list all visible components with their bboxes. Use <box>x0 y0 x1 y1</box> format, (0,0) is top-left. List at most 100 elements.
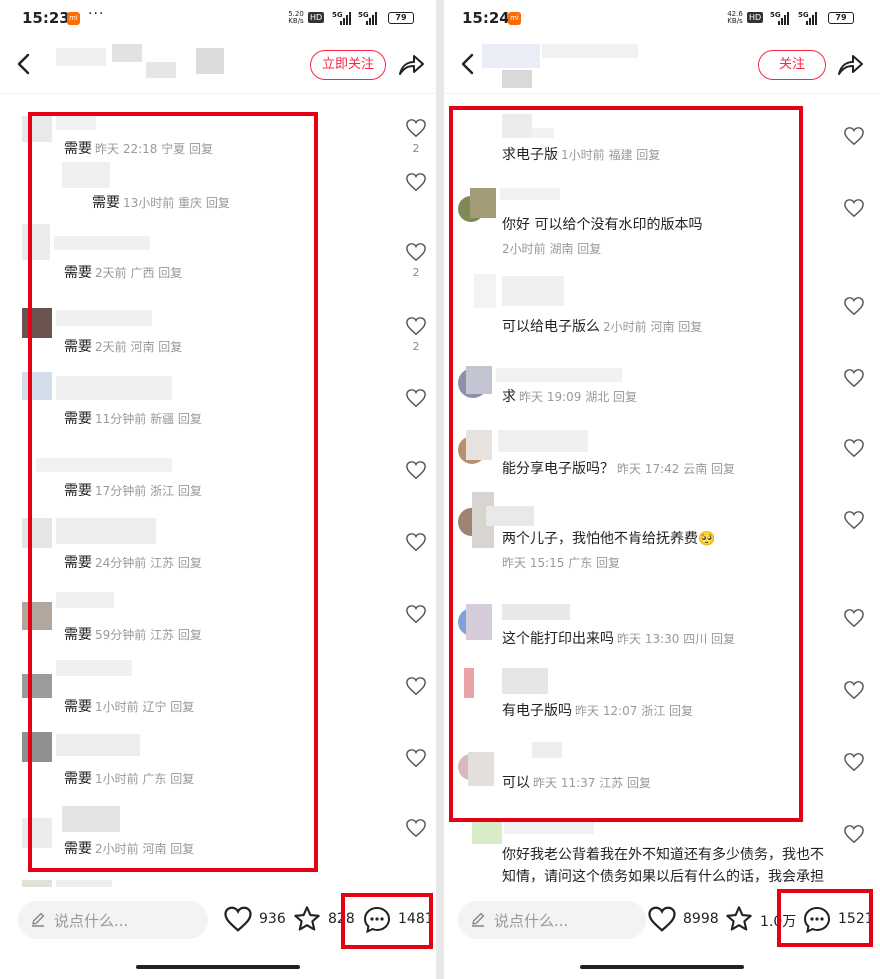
comment-item <box>0 876 436 887</box>
comment-list: 需要 昨天 22:18 宁夏 回复 2 需要 13小时前 重庆 回复 需要 2天前 广… <box>0 96 436 887</box>
signal-icon: 5G <box>798 11 817 25</box>
home-indicator <box>580 965 744 969</box>
comment-item: 需要 2小时前 河南 回复 <box>0 804 436 874</box>
comment-text: 求电子版 1小时前 福建 回复 <box>502 147 661 163</box>
heart-icon[interactable] <box>843 198 865 218</box>
heart-icon[interactable] <box>843 680 865 700</box>
comment-item: 能分享电子版吗？ 昨天 17:42 云南 回复 <box>444 426 880 486</box>
heart-icon[interactable] <box>405 676 427 696</box>
comment-text: 有电子版吗 昨天 12:07 浙江 回复 <box>502 703 694 719</box>
collect-button[interactable]: 828 <box>292 905 358 935</box>
heart-icon[interactable] <box>843 438 865 458</box>
comment-item: 需要 17分钟前 浙江 回复 <box>0 444 436 514</box>
comment-item: 需要 11分钟前 新疆 回复 <box>0 372 436 442</box>
pencil-icon <box>472 912 485 927</box>
heart-icon[interactable] <box>843 510 865 530</box>
heart-icon[interactable] <box>405 604 427 624</box>
comment-text: 需要 13小时前 重庆 回复 <box>92 195 230 211</box>
status-time: 15:23 <box>22 9 70 27</box>
star-icon <box>294 906 320 931</box>
back-arrow-icon[interactable] <box>14 52 34 76</box>
comment-button[interactable]: 1521 <box>802 905 878 935</box>
follow-button[interactable]: 关注 <box>758 50 826 80</box>
comment-text: 需要 1小时前 辽宁 回复 <box>64 699 195 715</box>
heart-icon[interactable] <box>405 388 427 408</box>
like-count: 2 <box>412 266 420 279</box>
comment-item: 你好 可以给个没有水印的版本吗 2小时前 湖南 回复 <box>444 184 880 268</box>
bottom-bar: 说点什么... 936 828 1481 <box>0 887 436 979</box>
like-count: 936 <box>259 911 286 927</box>
comment-text: 需要 24分钟前 江苏 回复 <box>64 555 202 571</box>
heart-icon[interactable] <box>405 316 427 336</box>
comment-item: 求昨天 19:09 湖北 回复 <box>444 360 880 416</box>
heart-icon[interactable] <box>843 126 865 146</box>
like-button[interactable]: 8998 <box>647 905 725 935</box>
left-screenshot: 15:23 mi ··· 5.20 KB/s HD 5G 5G 79 立即关注 需… <box>0 0 436 979</box>
follow-button[interactable]: 立即关注 <box>310 50 386 80</box>
comment-button[interactable]: 1481 <box>362 905 434 935</box>
heart-icon[interactable] <box>843 752 865 772</box>
heart-icon[interactable] <box>405 172 427 192</box>
comment-bubble-icon <box>363 906 391 934</box>
comment-item: 这个能打印出来吗 昨天 13:30 四川 回复 <box>444 598 880 656</box>
comment-text: 可以 昨天 11:37 江苏 回复 <box>502 775 652 791</box>
heart-icon[interactable] <box>405 748 427 768</box>
home-indicator <box>136 965 300 969</box>
comment-text: 需要 59分钟前 江苏 回复 <box>64 627 202 643</box>
top-nav: 关注 <box>444 38 880 94</box>
comment-item: 求电子版 1小时前 福建 回复 <box>444 114 880 170</box>
share-icon[interactable] <box>397 52 425 78</box>
heart-icon[interactable] <box>405 460 427 480</box>
comment-item: 需要 昨天 22:18 宁夏 回复 2 <box>0 106 436 166</box>
author-info-blurred <box>46 44 226 86</box>
author-info-blurred <box>482 44 642 88</box>
comment-item: 需要 59分钟前 江苏 回复 <box>0 588 436 658</box>
comment-item: 需要 13小时前 重庆 回复 <box>0 162 436 220</box>
heart-icon[interactable] <box>843 608 865 628</box>
comment-text: 需要 2天前 河南 回复 <box>64 339 183 355</box>
comment-text: 需要 1小时前 广东 回复 <box>64 771 195 787</box>
signal-icon: 5G <box>358 11 377 25</box>
heart-icon[interactable] <box>405 242 427 262</box>
signal-icon: 5G <box>770 11 789 25</box>
comment-item: 两个儿子，我怕他不肯给抚养费🥺 昨天 15:15 广东 回复 <box>444 492 880 576</box>
heart-icon <box>648 906 676 932</box>
heart-icon[interactable] <box>843 824 865 844</box>
comment-item: 可以 昨天 11:37 江苏 回复 <box>444 742 880 798</box>
heart-icon[interactable] <box>843 296 865 316</box>
share-icon[interactable] <box>836 52 864 78</box>
comment-item: 需要 2天前 河南 回复 2 <box>0 300 436 370</box>
star-icon <box>726 906 752 931</box>
comment-text: 可以给电子版么 2小时前 河南 回复 <box>502 319 703 335</box>
comment-text: 求昨天 19:09 湖北 回复 <box>502 389 638 405</box>
like-button[interactable]: 936 <box>223 905 293 935</box>
comment-text: 两个儿子，我怕他不肯给抚养费🥺 <box>502 531 716 547</box>
comment-text: 需要 2小时前 河南 回复 <box>64 841 195 857</box>
net-speed: 42.6 KB/s <box>727 10 743 25</box>
comment-input[interactable]: 说点什么... <box>18 901 208 939</box>
comment-count: 1521 <box>838 911 874 927</box>
collect-button[interactable]: 1.0万 <box>724 905 796 935</box>
comment-input[interactable]: 说点什么... <box>458 901 646 939</box>
comment-item: 有电子版吗 昨天 12:07 浙江 回复 <box>444 666 880 728</box>
heart-icon[interactable] <box>405 818 427 838</box>
comment-text: 需要 11分钟前 新疆 回复 <box>64 411 202 427</box>
battery-icon: 79 <box>388 12 414 24</box>
comment-item: 可以给电子版么 2小时前 河南 回复 <box>444 274 880 344</box>
comment-text: 需要 17分钟前 浙江 回复 <box>64 483 202 499</box>
comment-meta: 昨天 15:15 广东 回复 <box>502 556 621 570</box>
like-count: 8998 <box>683 911 719 927</box>
heart-icon[interactable] <box>405 532 427 552</box>
mi-icon: mi <box>67 12 80 25</box>
collect-count: 828 <box>328 911 355 927</box>
pencil-icon <box>32 912 45 927</box>
heart-icon[interactable] <box>405 118 427 138</box>
comment-text: 能分享电子版吗？ 昨天 17:42 云南 回复 <box>502 461 736 477</box>
comment-text: 需要 2天前 广西 回复 <box>64 265 183 281</box>
battery-icon: 79 <box>828 12 854 24</box>
heart-icon[interactable] <box>843 368 865 388</box>
back-arrow-icon[interactable] <box>458 52 478 76</box>
input-placeholder: 说点什么... <box>494 912 569 930</box>
mi-icon: mi <box>508 12 521 25</box>
comment-item: 你好我老公背着我在外不知道还有多少债务，我也不知情，请问这个债务如果以后有什么的… <box>444 818 880 887</box>
